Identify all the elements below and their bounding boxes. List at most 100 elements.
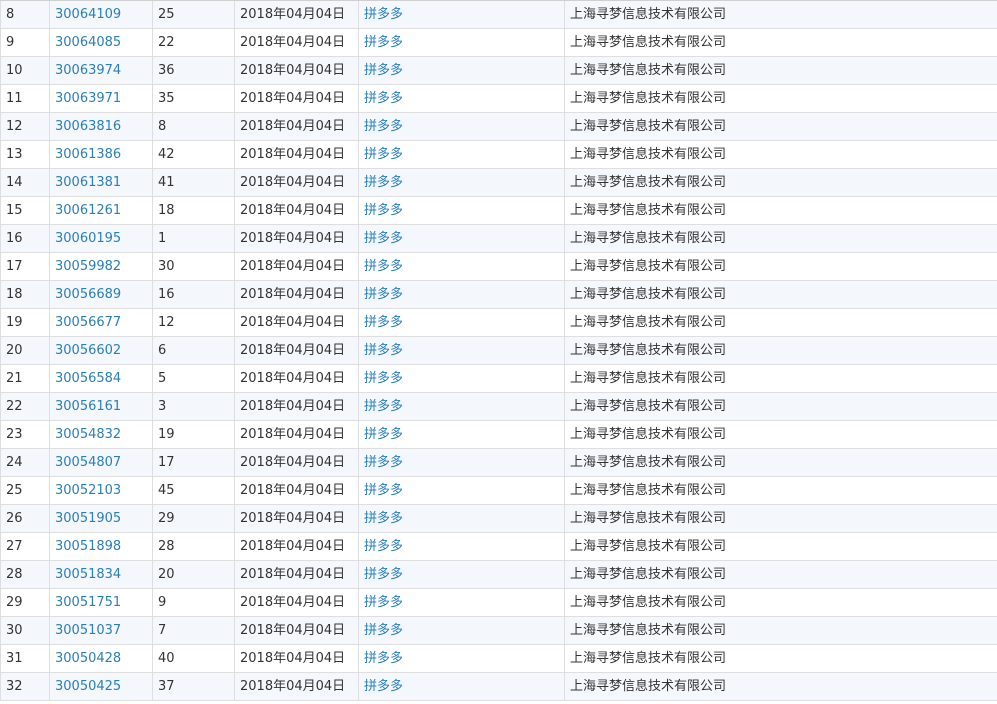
registration-number-link[interactable]: 30051751 <box>49 588 153 617</box>
table-row: 32 30050425 37 2018年04月04日 拼多多 上海寻梦信息技术有限公司 <box>0 672 997 701</box>
applicant-cell: 上海寻梦信息技术有限公司 <box>564 280 997 309</box>
trademark-name-link[interactable]: 拼多多 <box>358 504 565 533</box>
table-row: 29 30051751 9 2018年04月04日 拼多多 上海寻梦信息技术有限公司 <box>0 588 997 617</box>
registration-number-link[interactable]: 30061261 <box>49 196 153 225</box>
trademark-table: 8 30064109 25 2018年04月04日 拼多多 上海寻梦信息技术有限公司 9 30… <box>0 0 997 701</box>
table-row: 21 30056584 5 2018年04月04日 拼多多 上海寻梦信息技术有限公司 <box>0 364 997 393</box>
table-row: 10 30063974 36 2018年04月04日 拼多多 上海寻梦信息技术有限公司 <box>0 56 997 85</box>
registration-number-link[interactable]: 30064085 <box>49 28 153 57</box>
table-row: 16 30060195 1 2018年04月04日 拼多多 上海寻梦信息技术有限公司 <box>0 224 997 253</box>
row-index-cell: 30 <box>0 616 50 645</box>
row-index-cell: 8 <box>0 0 50 29</box>
application-date-cell: 2018年04月04日 <box>234 476 359 505</box>
trademark-class-cell: 17 <box>152 448 235 477</box>
trademark-name-link[interactable]: 拼多多 <box>358 588 565 617</box>
trademark-name-link[interactable]: 拼多多 <box>358 336 565 365</box>
trademark-name-link[interactable]: 拼多多 <box>358 308 565 337</box>
trademark-name-link[interactable]: 拼多多 <box>358 420 565 449</box>
row-index-cell: 17 <box>0 252 50 281</box>
row-index-cell: 13 <box>0 140 50 169</box>
trademark-class-cell: 19 <box>152 420 235 449</box>
trademark-name-link[interactable]: 拼多多 <box>358 196 565 225</box>
applicant-cell: 上海寻梦信息技术有限公司 <box>564 56 997 85</box>
registration-number-link[interactable]: 30050425 <box>49 672 153 701</box>
trademark-name-link[interactable]: 拼多多 <box>358 364 565 393</box>
application-date-cell: 2018年04月04日 <box>234 644 359 673</box>
trademark-name-link[interactable]: 拼多多 <box>358 56 565 85</box>
registration-number-link[interactable]: 30051834 <box>49 560 153 589</box>
registration-number-link[interactable]: 30064109 <box>49 0 153 29</box>
trademark-class-cell: 9 <box>152 588 235 617</box>
registration-number-link[interactable]: 30060195 <box>49 224 153 253</box>
applicant-cell: 上海寻梦信息技术有限公司 <box>564 644 997 673</box>
trademark-name-link[interactable]: 拼多多 <box>358 280 565 309</box>
application-date-cell: 2018年04月04日 <box>234 420 359 449</box>
registration-number-link[interactable]: 30063816 <box>49 112 153 141</box>
registration-number-link[interactable]: 30056689 <box>49 280 153 309</box>
trademark-name-link[interactable]: 拼多多 <box>358 672 565 701</box>
registration-number-link[interactable]: 30051905 <box>49 504 153 533</box>
table-row: 24 30054807 17 2018年04月04日 拼多多 上海寻梦信息技术有限公司 <box>0 448 997 477</box>
registration-number-link[interactable]: 30056602 <box>49 336 153 365</box>
trademark-name-link[interactable]: 拼多多 <box>358 560 565 589</box>
trademark-name-link[interactable]: 拼多多 <box>358 112 565 141</box>
trademark-name-link[interactable]: 拼多多 <box>358 532 565 561</box>
registration-number-link[interactable]: 30056161 <box>49 392 153 421</box>
table-row: 30 30051037 7 2018年04月04日 拼多多 上海寻梦信息技术有限公司 <box>0 616 997 645</box>
applicant-cell: 上海寻梦信息技术有限公司 <box>564 364 997 393</box>
row-index-cell: 21 <box>0 364 50 393</box>
registration-number-link[interactable]: 30063971 <box>49 84 153 113</box>
trademark-name-link[interactable]: 拼多多 <box>358 476 565 505</box>
trademark-name-link[interactable]: 拼多多 <box>358 448 565 477</box>
trademark-name-link[interactable]: 拼多多 <box>358 84 565 113</box>
registration-number-link[interactable]: 30050428 <box>49 644 153 673</box>
registration-number-link[interactable]: 30061386 <box>49 140 153 169</box>
row-index-cell: 23 <box>0 420 50 449</box>
applicant-cell: 上海寻梦信息技术有限公司 <box>564 252 997 281</box>
applicant-cell: 上海寻梦信息技术有限公司 <box>564 308 997 337</box>
registration-number-link[interactable]: 30061381 <box>49 168 153 197</box>
table-row: 14 30061381 41 2018年04月04日 拼多多 上海寻梦信息技术有限公司 <box>0 168 997 197</box>
trademark-name-link[interactable]: 拼多多 <box>358 252 565 281</box>
table-row: 9 30064085 22 2018年04月04日 拼多多 上海寻梦信息技术有限公司 <box>0 28 997 57</box>
trademark-name-link[interactable]: 拼多多 <box>358 0 565 29</box>
trademark-name-link[interactable]: 拼多多 <box>358 616 565 645</box>
trademark-name-link[interactable]: 拼多多 <box>358 224 565 253</box>
trademark-class-cell: 28 <box>152 532 235 561</box>
trademark-class-cell: 41 <box>152 168 235 197</box>
application-date-cell: 2018年04月04日 <box>234 392 359 421</box>
application-date-cell: 2018年04月04日 <box>234 448 359 477</box>
trademark-name-link[interactable]: 拼多多 <box>358 168 565 197</box>
trademark-class-cell: 18 <box>152 196 235 225</box>
trademark-class-cell: 7 <box>152 616 235 645</box>
application-date-cell: 2018年04月04日 <box>234 280 359 309</box>
application-date-cell: 2018年04月04日 <box>234 560 359 589</box>
registration-number-link[interactable]: 30063974 <box>49 56 153 85</box>
applicant-cell: 上海寻梦信息技术有限公司 <box>564 224 997 253</box>
trademark-name-link[interactable]: 拼多多 <box>358 28 565 57</box>
table-row: 22 30056161 3 2018年04月04日 拼多多 上海寻梦信息技术有限公司 <box>0 392 997 421</box>
trademark-name-link[interactable]: 拼多多 <box>358 392 565 421</box>
table-row: 19 30056677 12 2018年04月04日 拼多多 上海寻梦信息技术有限公司 <box>0 308 997 337</box>
trademark-class-cell: 45 <box>152 476 235 505</box>
trademark-class-cell: 1 <box>152 224 235 253</box>
trademark-table-container: 8 30064109 25 2018年04月04日 拼多多 上海寻梦信息技术有限公司 9 30… <box>0 0 997 704</box>
table-row: 23 30054832 19 2018年04月04日 拼多多 上海寻梦信息技术有限公司 <box>0 420 997 449</box>
registration-number-link[interactable]: 30054807 <box>49 448 153 477</box>
registration-number-link[interactable]: 30054832 <box>49 420 153 449</box>
registration-number-link[interactable]: 30051037 <box>49 616 153 645</box>
application-date-cell: 2018年04月04日 <box>234 140 359 169</box>
table-row: 11 30063971 35 2018年04月04日 拼多多 上海寻梦信息技术有限公司 <box>0 84 997 113</box>
row-index-cell: 14 <box>0 168 50 197</box>
trademark-class-cell: 42 <box>152 140 235 169</box>
registration-number-link[interactable]: 30056584 <box>49 364 153 393</box>
registration-number-link[interactable]: 30051898 <box>49 532 153 561</box>
registration-number-link[interactable]: 30052103 <box>49 476 153 505</box>
registration-number-link[interactable]: 30056677 <box>49 308 153 337</box>
table-row: 27 30051898 28 2018年04月04日 拼多多 上海寻梦信息技术有限公司 <box>0 532 997 561</box>
trademark-name-link[interactable]: 拼多多 <box>358 644 565 673</box>
trademark-class-cell: 36 <box>152 56 235 85</box>
application-date-cell: 2018年04月04日 <box>234 252 359 281</box>
trademark-name-link[interactable]: 拼多多 <box>358 140 565 169</box>
registration-number-link[interactable]: 30059982 <box>49 252 153 281</box>
